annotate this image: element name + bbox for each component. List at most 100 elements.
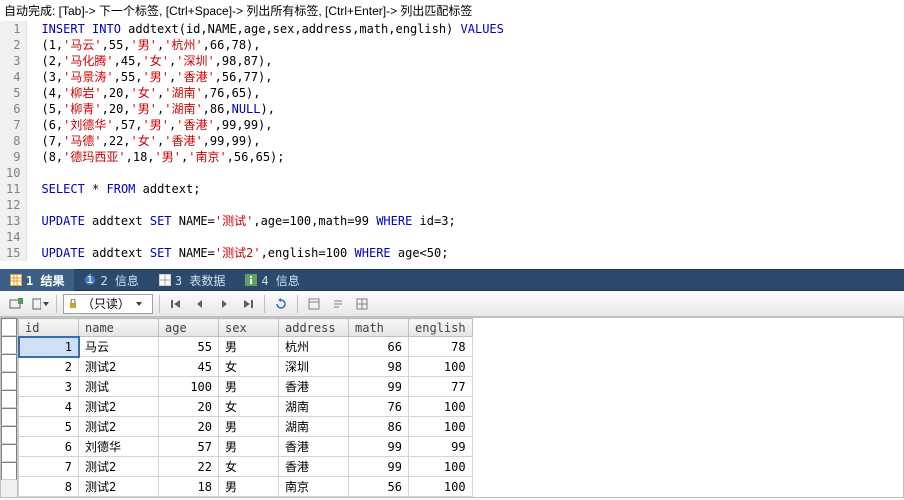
cell[interactable]: 湖南 [279, 397, 349, 417]
cell[interactable]: 66 [349, 337, 409, 357]
column-header[interactable]: english [409, 319, 473, 337]
cell[interactable]: 湖南 [279, 417, 349, 437]
table-row[interactable]: 4测试220女湖南76100 [19, 397, 473, 417]
cell[interactable]: 测试2 [79, 477, 159, 497]
cell[interactable]: 22 [159, 457, 219, 477]
row-selector[interactable] [1, 426, 17, 444]
cell[interactable]: 100 [409, 357, 473, 377]
cell[interactable]: 男 [219, 437, 279, 457]
cell[interactable]: 1 [19, 337, 79, 357]
row-selector[interactable] [1, 390, 17, 408]
sql-editor[interactable]: 123456789101112131415 INSERT INTO addtex… [0, 21, 904, 261]
export-button[interactable] [30, 294, 50, 314]
cell[interactable]: 香港 [279, 377, 349, 397]
column-header[interactable]: address [279, 319, 349, 337]
table-row[interactable]: 5测试220男湖南86100 [19, 417, 473, 437]
cell[interactable]: 女 [219, 397, 279, 417]
table-row[interactable]: 1马云55男杭州6678 [19, 337, 473, 357]
refresh-button[interactable] [271, 294, 291, 314]
cell[interactable]: 76 [349, 397, 409, 417]
cell[interactable]: 香港 [279, 437, 349, 457]
cell[interactable]: 男 [219, 377, 279, 397]
cell[interactable]: 8 [19, 477, 79, 497]
cell[interactable]: 78 [409, 337, 473, 357]
row-selector[interactable] [1, 372, 17, 390]
row-selector[interactable] [1, 444, 17, 462]
cell[interactable]: 99 [349, 377, 409, 397]
view-grid-button[interactable] [352, 294, 372, 314]
cell[interactable]: 20 [159, 397, 219, 417]
table-row[interactable]: 2测试245女深圳98100 [19, 357, 473, 377]
next-button[interactable] [214, 294, 234, 314]
table-row[interactable]: 8测试218男南京56100 [19, 477, 473, 497]
cell[interactable]: 6 [19, 437, 79, 457]
cell[interactable]: 5 [19, 417, 79, 437]
tab-tabledata[interactable]: 3 表数据 [149, 269, 235, 291]
cell[interactable]: 南京 [279, 477, 349, 497]
prev-button[interactable] [190, 294, 210, 314]
column-header[interactable]: name [79, 319, 159, 337]
row-selector[interactable] [1, 354, 17, 372]
table-row[interactable]: 3测试100男香港9977 [19, 377, 473, 397]
row-selector[interactable] [1, 408, 17, 426]
cell[interactable]: 100 [159, 377, 219, 397]
tab-messages[interactable]: i 2 信息 [74, 269, 148, 291]
cell[interactable]: 100 [409, 397, 473, 417]
cell[interactable]: 100 [409, 417, 473, 437]
cell[interactable]: 测试2 [79, 357, 159, 377]
cell[interactable]: 男 [219, 477, 279, 497]
view-text-button[interactable] [328, 294, 348, 314]
cell[interactable]: 深圳 [279, 357, 349, 377]
cell[interactable]: 99 [349, 437, 409, 457]
row-selector[interactable] [1, 336, 17, 354]
column-header[interactable]: id [19, 319, 79, 337]
cell[interactable]: 杭州 [279, 337, 349, 357]
column-header[interactable]: math [349, 319, 409, 337]
cell[interactable]: 20 [159, 417, 219, 437]
cell[interactable]: 测试 [79, 377, 159, 397]
cell[interactable]: 99 [349, 457, 409, 477]
cell[interactable]: 刘德华 [79, 437, 159, 457]
cell[interactable]: 100 [409, 457, 473, 477]
cell[interactable]: 测试2 [79, 457, 159, 477]
cell[interactable]: 测试2 [79, 417, 159, 437]
cell[interactable]: 3 [19, 377, 79, 397]
cell[interactable]: 100 [409, 477, 473, 497]
cell[interactable]: 99 [409, 437, 473, 457]
edit-mode-dropdown[interactable]: （只读） [63, 294, 153, 314]
cell[interactable]: 56 [349, 477, 409, 497]
cell[interactable]: 45 [159, 357, 219, 377]
tab-results[interactable]: 1 结果 [0, 269, 74, 291]
insert-row-button[interactable] [6, 294, 26, 314]
cell[interactable]: 57 [159, 437, 219, 457]
cell[interactable]: 98 [349, 357, 409, 377]
last-button[interactable] [238, 294, 258, 314]
result-grid[interactable]: idnameagesexaddressmathenglish1马云55男杭州66… [0, 317, 904, 498]
tab-info[interactable]: 4 信息 [235, 269, 309, 291]
column-header[interactable]: age [159, 319, 219, 337]
cell[interactable]: 男 [219, 337, 279, 357]
row-selector-column[interactable] [1, 318, 18, 497]
code-area[interactable]: INSERT INTO addtext(id,NAME,age,sex,addr… [27, 21, 904, 261]
cell[interactable]: 7 [19, 457, 79, 477]
cell[interactable]: 4 [19, 397, 79, 417]
cell[interactable]: 男 [219, 417, 279, 437]
cell[interactable]: 2 [19, 357, 79, 377]
cell[interactable]: 马云 [79, 337, 159, 357]
cell[interactable]: 测试2 [79, 397, 159, 417]
row-selector[interactable] [1, 462, 17, 480]
cell[interactable]: 77 [409, 377, 473, 397]
tab-info-label: 4 信息 [261, 272, 299, 289]
cell[interactable]: 女 [219, 357, 279, 377]
table-row[interactable]: 7测试222女香港99100 [19, 457, 473, 477]
cell[interactable]: 18 [159, 477, 219, 497]
cell[interactable]: 55 [159, 337, 219, 357]
cell[interactable]: 香港 [279, 457, 349, 477]
view-form-button[interactable] [304, 294, 324, 314]
cell[interactable]: 86 [349, 417, 409, 437]
column-header[interactable]: sex [219, 319, 279, 337]
table-row[interactable]: 6刘德华57男香港9999 [19, 437, 473, 457]
first-button[interactable] [166, 294, 186, 314]
cell[interactable]: 女 [219, 457, 279, 477]
result-table[interactable]: idnameagesexaddressmathenglish1马云55男杭州66… [18, 318, 473, 497]
